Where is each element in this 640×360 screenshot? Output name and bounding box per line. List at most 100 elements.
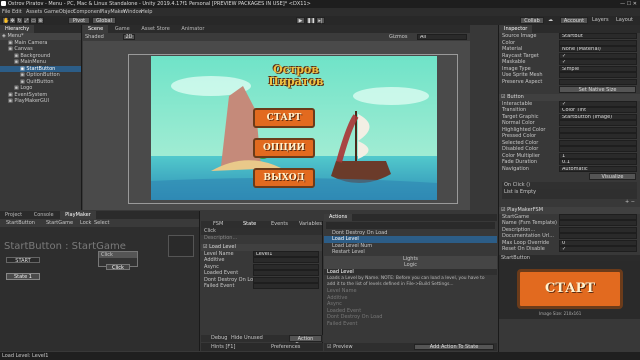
debug-toggle[interactable]: Debug [211,335,227,342]
window-controls[interactable]: — ☐ ✕ [620,0,637,8]
action-param-value[interactable] [253,263,319,270]
actions-search-input[interactable] [326,222,495,229]
property-value[interactable] [559,133,637,139]
property-value[interactable]: StartButton (Image) [559,113,637,120]
property-value[interactable] [559,72,637,78]
property-value[interactable]: ✓ [559,100,637,107]
layout-dropdown[interactable]: Layout [616,16,633,25]
menu-file[interactable]: File [2,8,10,16]
tab-project[interactable]: Project [0,211,27,219]
tab-game[interactable]: Game [110,25,135,33]
tab-scene[interactable]: Scene [83,25,109,33]
action-param-value[interactable] [253,283,319,289]
scale-tool-icon[interactable]: ⤢ [23,17,30,24]
menu-assets[interactable]: Assets [26,8,42,16]
menu-window[interactable]: Window [123,8,143,16]
start-state-node[interactable]: START [6,257,40,264]
property-value[interactable] [559,39,637,46]
step-button[interactable]: ▸| [316,17,325,24]
property-value[interactable] [559,213,637,220]
hand-tool-icon[interactable]: ✋ [2,17,9,24]
tab-hierarchy[interactable]: Hierarchy [0,25,35,33]
fsm-owner-dropdown[interactable]: StartButton [6,219,35,227]
play-button[interactable]: ▶ [296,17,305,24]
property-value[interactable]: 0 [559,239,637,246]
tab-asset-store[interactable]: Asset Store [136,25,174,33]
action-param-value[interactable] [253,257,319,263]
hints-toggle[interactable]: Hints [F1] [211,343,235,351]
fsm-name-dropdown[interactable]: StartGame [46,219,73,227]
menu-playmaker[interactable]: PlayMaker [100,8,126,16]
game-start-button[interactable]: СТАРТ [253,108,315,128]
property-value[interactable] [559,226,637,233]
menu-gameobject[interactable]: GameObject [44,8,75,16]
collab-button[interactable]: Collab [520,17,544,24]
state1-node[interactable]: State 1 [6,273,40,280]
tab-playmaker[interactable]: PlayMaker [60,211,96,219]
status-bar: Load Level: Level1 [0,352,640,360]
select-button[interactable]: Select [94,219,109,227]
action-browser-button[interactable]: Action Browser [289,335,322,348]
hierarchy-item[interactable]: ▣ PlayMakerGUI [0,98,81,105]
menu-help[interactable]: Help [141,8,152,16]
property-value[interactable] [559,220,637,226]
game-render[interactable]: Остров Пиратов СТАРТ ОПЦИИ ВЫХОД [151,56,437,200]
set-native-size-button[interactable]: Set Native Size [559,86,636,93]
account-dropdown[interactable]: Account [560,17,588,24]
tab-fsm[interactable]: FSM [213,221,223,228]
scene-search-input[interactable]: All [417,34,467,40]
property-value[interactable] [559,120,637,126]
lock-toggle[interactable]: Lock [80,219,91,227]
click-event-label[interactable]: Click [106,264,130,271]
transform-tool-icon[interactable]: ⊕ [37,17,44,24]
tab-animator[interactable]: Animator [176,25,209,33]
property-value[interactable]: Simple [559,65,637,72]
game-options-button[interactable]: ОПЦИИ [253,138,315,158]
property-value[interactable] [559,78,637,85]
property-value[interactable] [559,139,637,146]
navigation-dropdown[interactable]: Automatic [559,165,637,172]
property-value[interactable] [559,233,637,239]
property-value[interactable] [559,126,637,133]
add-action-to-state-button[interactable]: Add Action To State [414,344,494,350]
gizmos-dropdown[interactable]: Gizmos [389,33,407,41]
action-param-value[interactable]: Level1 [253,250,319,257]
hide-unused-toggle[interactable]: Hide Unused [231,335,263,342]
tab-events[interactable]: Events [271,221,288,228]
property-value[interactable] [559,146,637,152]
menu-component[interactable]: Component [73,8,102,16]
pivot-toggle[interactable]: Pivot [68,17,90,24]
cloud-icon[interactable]: ☁ [548,16,553,25]
tab-inspector[interactable]: Inspector [499,25,533,33]
property-value[interactable]: ✓ [559,246,637,252]
shading-mode-dropdown[interactable]: Shaded [85,33,104,41]
action-param-value[interactable] [253,270,319,276]
game-exit-button[interactable]: ВЫХОД [253,168,315,188]
rect-tool-icon[interactable]: ▭ [30,17,37,24]
property-value[interactable]: ✓ [559,52,637,59]
visualize-button[interactable]: Visualize [589,173,636,180]
property-value[interactable]: Color Tint [559,107,637,113]
tab-actions[interactable]: Actions [324,214,353,221]
global-toggle[interactable]: Global [92,17,116,24]
property-value[interactable]: 0.1 [559,159,637,165]
preview-toggle[interactable]: ☑ Preview [327,343,353,351]
action-param-label: Dont Destroy On Load [204,276,260,283]
property-value[interactable]: None (Material) [559,46,637,52]
move-tool-icon[interactable]: ✥ [9,17,16,24]
add-listener-button[interactable]: + − [502,199,637,206]
tab-console[interactable]: Console [29,211,59,219]
property-value[interactable]: StartBut [559,33,637,39]
pause-button[interactable]: ❚❚ [306,17,315,24]
state-description-field[interactable]: Description... [201,235,322,242]
menu-edit[interactable]: Edit [12,8,22,16]
property-value[interactable]: 1 [559,152,637,159]
layers-dropdown[interactable]: Layers [592,16,609,25]
tab-variables[interactable]: Variables [299,221,322,228]
2d-toggle[interactable]: 2D [123,34,135,40]
rotate-tool-icon[interactable]: ↻ [16,17,23,24]
preferences-button[interactable]: Preferences [271,343,300,351]
action-param-value[interactable] [253,276,319,283]
tab-state[interactable]: State [243,221,256,228]
property-value[interactable]: ✓ [559,59,637,65]
